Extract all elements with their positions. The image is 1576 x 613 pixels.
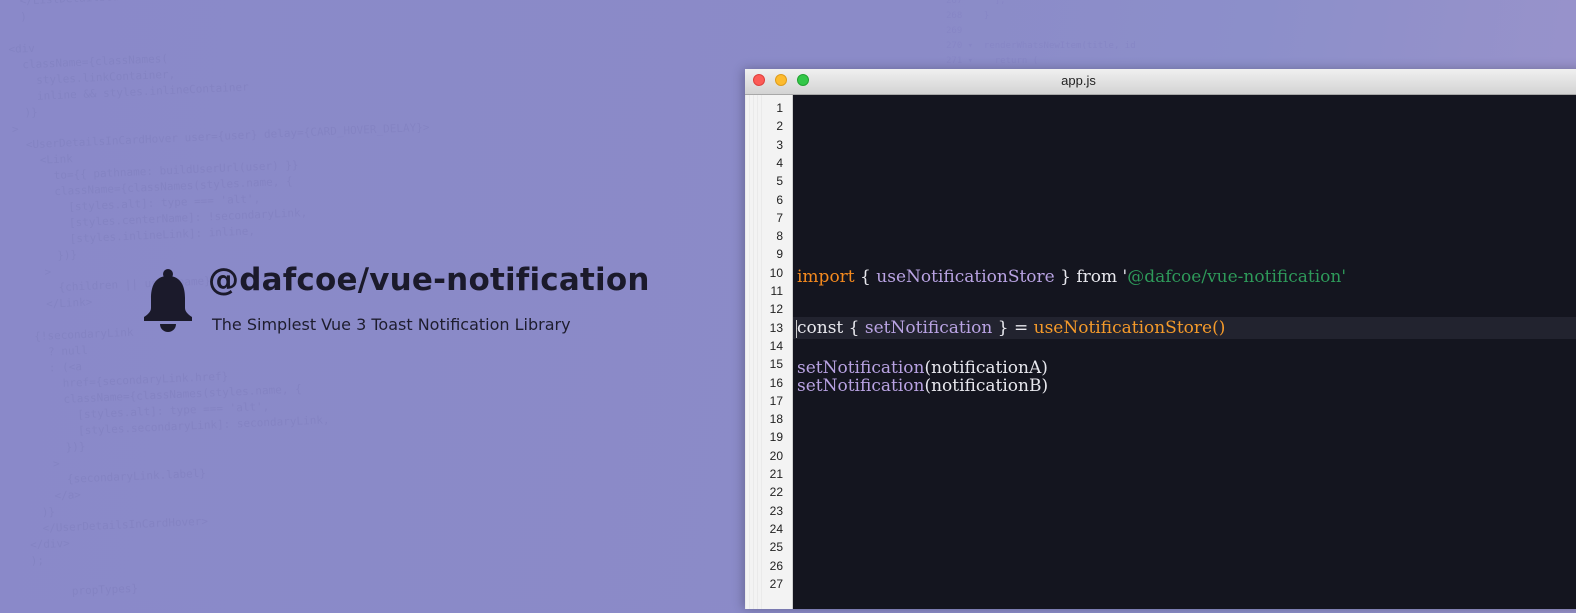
line-number: 26 <box>769 558 783 573</box>
line-number: 25 <box>769 540 783 555</box>
line-number: 16 <box>769 375 783 390</box>
line-number: 18 <box>769 412 783 427</box>
line-number: 2 <box>776 119 783 134</box>
line-number: 14 <box>769 338 783 353</box>
string-literal: @dafcoe/vue-notification <box>1127 267 1342 287</box>
line-number: 27 <box>769 576 783 591</box>
code-line-13[interactable]: const { setNotification } = useNotificat… <box>793 317 1576 339</box>
line-number: 24 <box>769 521 783 536</box>
line-number: 17 <box>769 393 783 408</box>
line-number: 1 <box>776 101 783 115</box>
line-number: 11 <box>770 284 783 298</box>
identifier: useNotificationStore <box>876 267 1055 287</box>
line-number: 22 <box>769 485 783 500</box>
code-line-10[interactable]: import { useNotificationStore } from '@d… <box>793 268 1576 286</box>
bell-icon <box>144 269 192 332</box>
arguments: (notificationB) <box>924 376 1049 396</box>
punctuation: { <box>843 318 865 338</box>
page-subtitle: The Simplest Vue 3 Toast Notification Li… <box>212 315 571 334</box>
code-area[interactable]: import { useNotificationStore } from '@d… <box>793 95 1576 609</box>
string-quote: ' <box>1341 267 1347 287</box>
line-number: 23 <box>769 503 783 518</box>
code-line-15[interactable]: setNotification(notificationA) <box>793 359 1576 377</box>
line-number: 13 <box>769 320 783 335</box>
window-title: app.js <box>1061 73 1096 88</box>
keyword: const <box>797 318 844 338</box>
identifier: setNotification <box>797 376 925 396</box>
line-number: 8 <box>776 229 783 244</box>
window-titlebar[interactable]: app.js <box>745 69 1576 95</box>
line-number: 10 <box>769 265 783 280</box>
line-number: 5 <box>776 174 783 189</box>
keyword: import <box>797 267 855 287</box>
punctuation: } <box>1054 267 1077 287</box>
punctuation: } = <box>992 318 1034 338</box>
code-line-16[interactable]: setNotification(notificationB) <box>793 377 1576 395</box>
line-number: 9 <box>776 247 783 262</box>
line-number-gutter: 1 2 3 4 5 6 7 8 9 10 11 12 13 14 15 16 17 18 19 20 21 22 23 24 2… <box>745 95 793 609</box>
page-title: @dafcoe/vue-notification <box>208 262 650 298</box>
line-number: 7 <box>776 210 783 225</box>
line-number: 12 <box>769 302 783 317</box>
function-call: useNotificationStore() <box>1033 318 1226 338</box>
line-number: 20 <box>769 448 783 463</box>
line-number: 21 <box>769 467 783 481</box>
line-number: 4 <box>776 155 783 170</box>
keyword-from: from ' <box>1076 267 1128 287</box>
background-code-texture: </ListDetailsCardHeader> ) <div classNam… <box>8 0 430 598</box>
arguments: (notificationA) <box>924 358 1048 378</box>
identifier: setNotification <box>864 318 993 338</box>
line-number: 15 <box>769 357 783 372</box>
line-number: 19 <box>769 430 783 445</box>
line-number: 6 <box>776 192 783 207</box>
editor-window: app.js 1 2 3 4 5 6 7 8 9 10 11 12 13 14 15 16 17 18 19 20 21… <box>745 69 1576 609</box>
punctuation: { <box>854 267 877 287</box>
identifier: setNotification <box>797 358 925 378</box>
background-code-texture-right: 267 ]; 268 } 269 270 ▾ renderWhatsNewIte… <box>946 0 1136 66</box>
line-number: 3 <box>776 137 783 152</box>
